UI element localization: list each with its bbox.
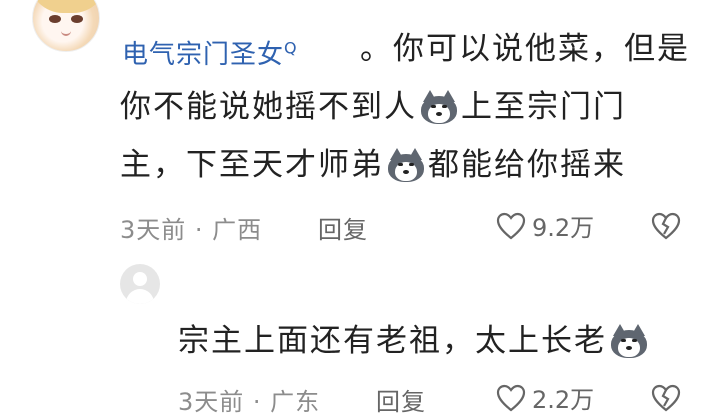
reply-avatar[interactable] bbox=[120, 264, 160, 304]
comment-text-segment: 都能给你摇来 bbox=[428, 146, 626, 183]
broken-heart-icon bbox=[650, 384, 682, 412]
reply-dislike-button[interactable] bbox=[650, 384, 682, 412]
username-text: 电气宗门圣女 bbox=[122, 40, 285, 70]
reply-text: 宗主上面还有老祖，太上长老 bbox=[178, 324, 651, 358]
dislike-button[interactable] bbox=[650, 212, 682, 240]
username-badge: Q bbox=[284, 38, 298, 58]
reply-button[interactable]: 回复 bbox=[318, 210, 368, 245]
comment-text-line-3: 主，下至天才师弟 都能给你摇来 bbox=[120, 148, 626, 182]
like-button[interactable]: 9.2万 bbox=[496, 208, 594, 243]
reply-time-location: 3天前 · 广东 bbox=[178, 388, 321, 416]
avatar-body-shape bbox=[126, 289, 154, 304]
reply-like-count: 2.2万 bbox=[532, 386, 595, 414]
reply-reply-button[interactable]: 回复 bbox=[376, 382, 426, 417]
heart-icon bbox=[496, 212, 526, 240]
avatar-mouth bbox=[61, 29, 71, 36]
comment-text-segment: 主，下至天才师弟 bbox=[120, 146, 384, 183]
husky-emoji-icon bbox=[386, 148, 426, 182]
comment-text-line-1: 。你可以说他菜，但是 bbox=[360, 31, 690, 67]
husky-emoji-icon bbox=[419, 90, 459, 124]
avatar-hair bbox=[33, 0, 99, 13]
reply-text-segment: 宗主上面还有老祖，太上长老 bbox=[178, 322, 607, 359]
husky-emoji-icon bbox=[609, 324, 649, 358]
broken-heart-icon bbox=[650, 212, 682, 240]
username[interactable]: 电气宗门圣女Q bbox=[122, 34, 298, 71]
comment-text-segment: 上至宗门门 bbox=[461, 88, 626, 125]
avatar-head-shape bbox=[133, 272, 147, 286]
comment-text-line-2: 你不能说她摇不到人 上至宗门门 bbox=[120, 90, 626, 124]
reply-like-button[interactable]: 2.2万 bbox=[496, 380, 594, 415]
avatar-eye-right bbox=[71, 15, 83, 23]
avatar-eye-left bbox=[49, 15, 61, 23]
like-count: 9.2万 bbox=[532, 214, 595, 242]
comment-text-segment: 你不能说她摇不到人 bbox=[120, 88, 417, 125]
comment-time-location: 3天前 · 广西 bbox=[120, 216, 263, 244]
avatar[interactable] bbox=[32, 0, 100, 52]
heart-icon bbox=[496, 384, 526, 412]
